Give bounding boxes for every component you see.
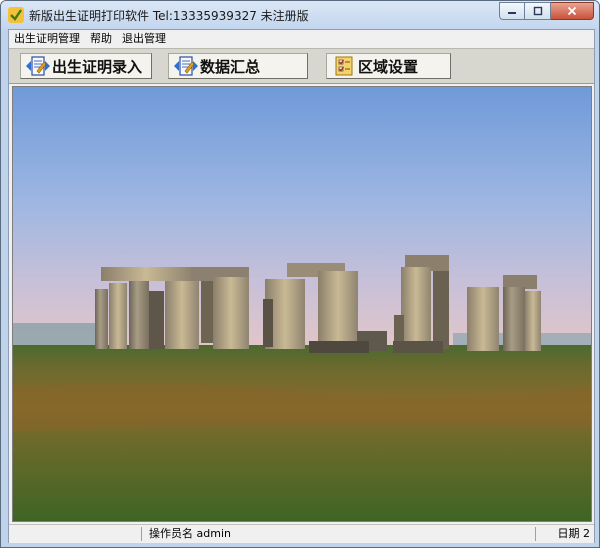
toolbar-button-label: 数据汇总: [200, 57, 261, 76]
data-summary-button[interactable]: 数据汇总: [168, 53, 308, 79]
minimize-button[interactable]: [499, 2, 525, 20]
menu-bar: 出生证明管理 帮助 退出管理: [9, 30, 594, 48]
window-title: 新版出生证明打印软件 Tel:13335939327 未注册版: [29, 9, 309, 23]
status-operator: 操作员名 admin: [149, 525, 231, 543]
background-photo: [12, 86, 592, 522]
birth-certificate-entry-button[interactable]: 出生证明录入: [20, 53, 152, 79]
title-bar[interactable]: 新版出生证明打印软件 Tel:13335939327 未注册版: [1, 1, 599, 29]
app-icon[interactable]: [8, 7, 24, 23]
maximize-icon: [533, 6, 542, 16]
close-icon: [567, 6, 577, 16]
region-settings-button[interactable]: 区域设置: [326, 53, 451, 79]
menu-help[interactable]: 帮助: [85, 30, 117, 48]
status-separator: [141, 527, 142, 541]
operator-label: 操作员名: [149, 527, 193, 540]
operator-value: admin: [196, 527, 231, 540]
status-separator: [535, 527, 536, 541]
minimize-icon: [508, 12, 516, 14]
toolbar-button-label: 区域设置: [358, 57, 419, 76]
menu-birth-certificate-management[interactable]: 出生证明管理: [9, 30, 85, 48]
client-area: 出生证明管理 帮助 退出管理 出生证明录入 数据汇总 区域设置 操作员名 adm…: [8, 29, 595, 543]
checklist-icon: [330, 55, 358, 77]
window-controls: [499, 2, 594, 20]
menu-exit-management[interactable]: 退出管理: [117, 30, 171, 48]
date-label: 日期: [557, 527, 580, 540]
status-bar: 操作员名 admin 日期 2: [9, 524, 594, 543]
status-date: 日期 2: [558, 525, 591, 543]
date-value: 2: [583, 527, 590, 540]
toolbar-button-label: 出生证明录入: [52, 57, 143, 76]
notebook-edit-icon: [24, 55, 52, 77]
app-window: 新版出生证明打印软件 Tel:13335939327 未注册版 出生证明管理 帮…: [0, 0, 600, 548]
maximize-button[interactable]: [525, 2, 551, 20]
close-button[interactable]: [551, 2, 594, 20]
notebook-edit-icon: [172, 55, 200, 77]
toolbar: 出生证明录入 数据汇总 区域设置: [9, 48, 594, 84]
